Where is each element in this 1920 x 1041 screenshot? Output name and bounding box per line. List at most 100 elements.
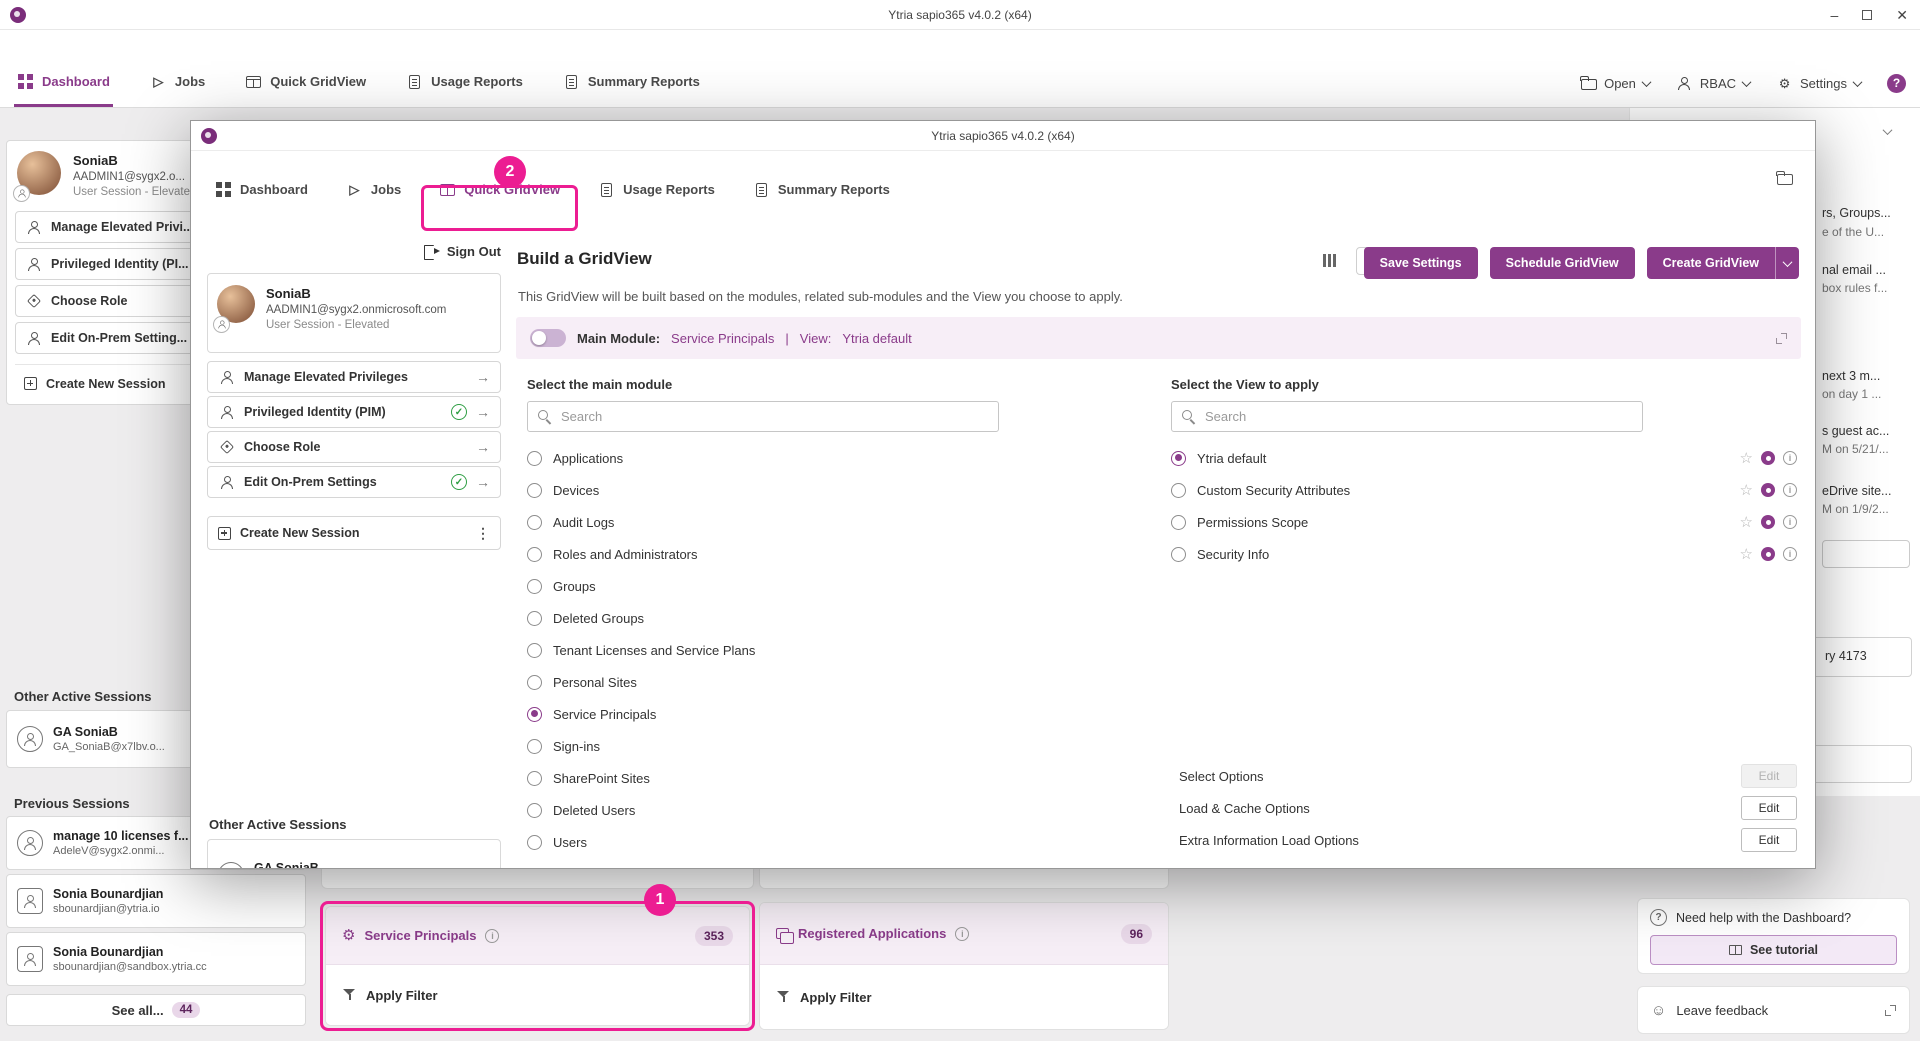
star-icon[interactable]: ☆	[1740, 483, 1753, 498]
radio-icon[interactable]	[527, 739, 542, 754]
module-option[interactable]: Roles and Administrators	[527, 538, 1087, 570]
partial-card[interactable]	[1812, 745, 1912, 783]
previous-session-card[interactable]: Sonia Bounardjian sbounardjian@ytria.io	[6, 874, 306, 928]
module-option[interactable]: SharePoint Sites	[527, 762, 1087, 794]
session-email: AdeleV@sygx2.onmi...	[53, 845, 189, 857]
edit-button[interactable]: Edit	[1741, 828, 1797, 852]
module-option[interactable]: Deleted Groups	[527, 602, 1087, 634]
info-icon[interactable]: i	[1783, 451, 1797, 465]
radio-icon[interactable]	[527, 803, 542, 818]
maximize-icon[interactable]	[1862, 10, 1872, 20]
tile-registered-applications[interactable]: Registered Applications i 96 Apply Filte…	[759, 902, 1169, 1030]
minimize-icon[interactable]: –	[1830, 8, 1838, 22]
module-option[interactable]: Tenant Licenses and Service Plans	[527, 634, 1087, 666]
tab-usage-reports[interactable]: Usage Reports	[403, 59, 526, 107]
create-new-session-button[interactable]: Create New Session ⋮	[207, 516, 501, 550]
tab-usage-reports[interactable]: Usage Reports	[594, 151, 719, 231]
view-option[interactable]: Custom Security Attributes ☆i	[1171, 474, 1797, 506]
main-module-toggle[interactable]	[530, 329, 566, 347]
radio-icon[interactable]	[1171, 451, 1186, 466]
window-controls: – ✕	[1830, 0, 1908, 30]
open-menu[interactable]: Open	[1580, 75, 1650, 92]
star-icon[interactable]: ☆	[1740, 547, 1753, 562]
sign-out-button[interactable]: Sign Out	[207, 239, 501, 263]
radio-icon[interactable]	[527, 483, 542, 498]
module-option-selected[interactable]: Service Principals	[527, 698, 1087, 730]
create-gridview-button[interactable]: Create GridView	[1647, 247, 1799, 279]
star-icon[interactable]: ☆	[1740, 515, 1753, 530]
radio-icon[interactable]	[527, 579, 542, 594]
previous-session-card[interactable]: Sonia Bounardjian sbounardjian@sandbox.y…	[6, 932, 306, 986]
radio-icon[interactable]	[1171, 515, 1186, 530]
tab-summary-reports[interactable]: Summary Reports	[749, 151, 894, 231]
schedule-gridview-button[interactable]: Schedule GridView	[1490, 247, 1635, 279]
radio-icon[interactable]	[527, 515, 542, 530]
radio-icon[interactable]	[1171, 547, 1186, 562]
tile-service-principals[interactable]: ⚙ Service Principals i 353 Apply Filter	[325, 906, 750, 1026]
partial-card[interactable]: ry 4173	[1812, 637, 1912, 677]
radio-icon[interactable]	[527, 547, 542, 562]
folder-icon[interactable]	[1776, 169, 1793, 186]
tile-header[interactable]: Registered Applications i 96	[760, 903, 1168, 965]
menu-item-choose-role[interactable]: Choose Role →	[207, 431, 501, 463]
see-tutorial-button[interactable]: See tutorial	[1650, 935, 1897, 965]
create-gridview-dropdown[interactable]	[1775, 247, 1799, 279]
tab-jobs[interactable]: ▷ Jobs	[147, 59, 208, 107]
leave-feedback-button[interactable]: ☺ Leave feedback	[1637, 986, 1910, 1034]
apply-filter-button[interactable]: Apply Filter	[760, 965, 1168, 1029]
info-icon[interactable]: i	[485, 929, 499, 943]
tab-quick-gridview[interactable]: Quick GridView	[242, 59, 369, 107]
help-icon[interactable]: ?	[1887, 74, 1906, 93]
module-option[interactable]: Applications	[527, 442, 1087, 474]
info-icon[interactable]: i	[1783, 515, 1797, 529]
radio-icon[interactable]	[1171, 483, 1186, 498]
module-option[interactable]: Sign-ins	[527, 730, 1087, 762]
settings-menu[interactable]: ⚙ Settings	[1776, 75, 1861, 92]
info-icon[interactable]: i	[1783, 547, 1797, 561]
menu-item-edit-onprem-settings[interactable]: Edit On-Prem Settings ✓ →	[207, 466, 501, 498]
view-option[interactable]: Permissions Scope ☆i	[1171, 506, 1797, 538]
expand-icon[interactable]	[1776, 333, 1787, 344]
view-options-icon[interactable]	[1323, 254, 1336, 267]
radio-icon[interactable]	[527, 675, 542, 690]
see-all-button[interactable]: See all... 44	[6, 994, 306, 1026]
rbac-menu[interactable]: RBAC	[1676, 75, 1750, 92]
tab-summary-reports[interactable]: Summary Reports	[560, 59, 703, 107]
star-icon[interactable]: ☆	[1740, 451, 1753, 466]
tab-dashboard[interactable]: Dashboard	[211, 151, 312, 231]
module-option[interactable]: Audit Logs	[527, 506, 1087, 538]
radio-icon[interactable]	[527, 835, 542, 850]
module-option[interactable]: Groups	[527, 570, 1087, 602]
radio-icon[interactable]	[527, 771, 542, 786]
module-option[interactable]: Personal Sites	[527, 666, 1087, 698]
radio-icon[interactable]	[527, 611, 542, 626]
expand-icon[interactable]	[1885, 1005, 1896, 1016]
partial-button[interactable]	[1822, 540, 1910, 568]
person-badge-icon	[17, 946, 43, 972]
tab-jobs[interactable]: ▷ Jobs	[342, 151, 405, 231]
view-option-selected[interactable]: Ytria default ☆i	[1171, 442, 1797, 474]
view-search-input[interactable]	[1205, 409, 1632, 424]
menu-item-privileged-identity[interactable]: Privileged Identity (PIM) ✓ →	[207, 396, 501, 428]
tab-quick-gridview[interactable]: Quick GridView 2	[435, 151, 564, 231]
menu-item-manage-elevated-privileges[interactable]: Manage Elevated Privileges →	[207, 361, 501, 393]
module-option[interactable]: Deleted Users	[527, 794, 1087, 826]
module-option[interactable]: Devices	[527, 474, 1087, 506]
tab-dashboard[interactable]: Dashboard	[14, 59, 113, 107]
more-options-icon[interactable]: ⋮	[476, 525, 490, 542]
info-icon[interactable]: i	[955, 927, 969, 941]
apply-filter-button[interactable]: Apply Filter	[326, 965, 749, 1025]
close-icon[interactable]: ✕	[1896, 8, 1908, 22]
module-option[interactable]: Users	[527, 826, 1087, 858]
tab-label: Dashboard	[240, 182, 308, 197]
other-session-card[interactable]: GA SoniaB GA_SoniaB@x7lbv.o...	[207, 839, 501, 869]
module-search-input[interactable]	[561, 409, 988, 424]
radio-icon[interactable]	[527, 451, 542, 466]
tile-header[interactable]: ⚙ Service Principals i 353	[326, 907, 749, 965]
save-settings-button[interactable]: Save Settings	[1364, 247, 1478, 279]
radio-icon[interactable]	[527, 707, 542, 722]
radio-icon[interactable]	[527, 643, 542, 658]
view-option[interactable]: Security Info ☆i	[1171, 538, 1797, 570]
info-icon[interactable]: i	[1783, 483, 1797, 497]
edit-button[interactable]: Edit	[1741, 796, 1797, 820]
